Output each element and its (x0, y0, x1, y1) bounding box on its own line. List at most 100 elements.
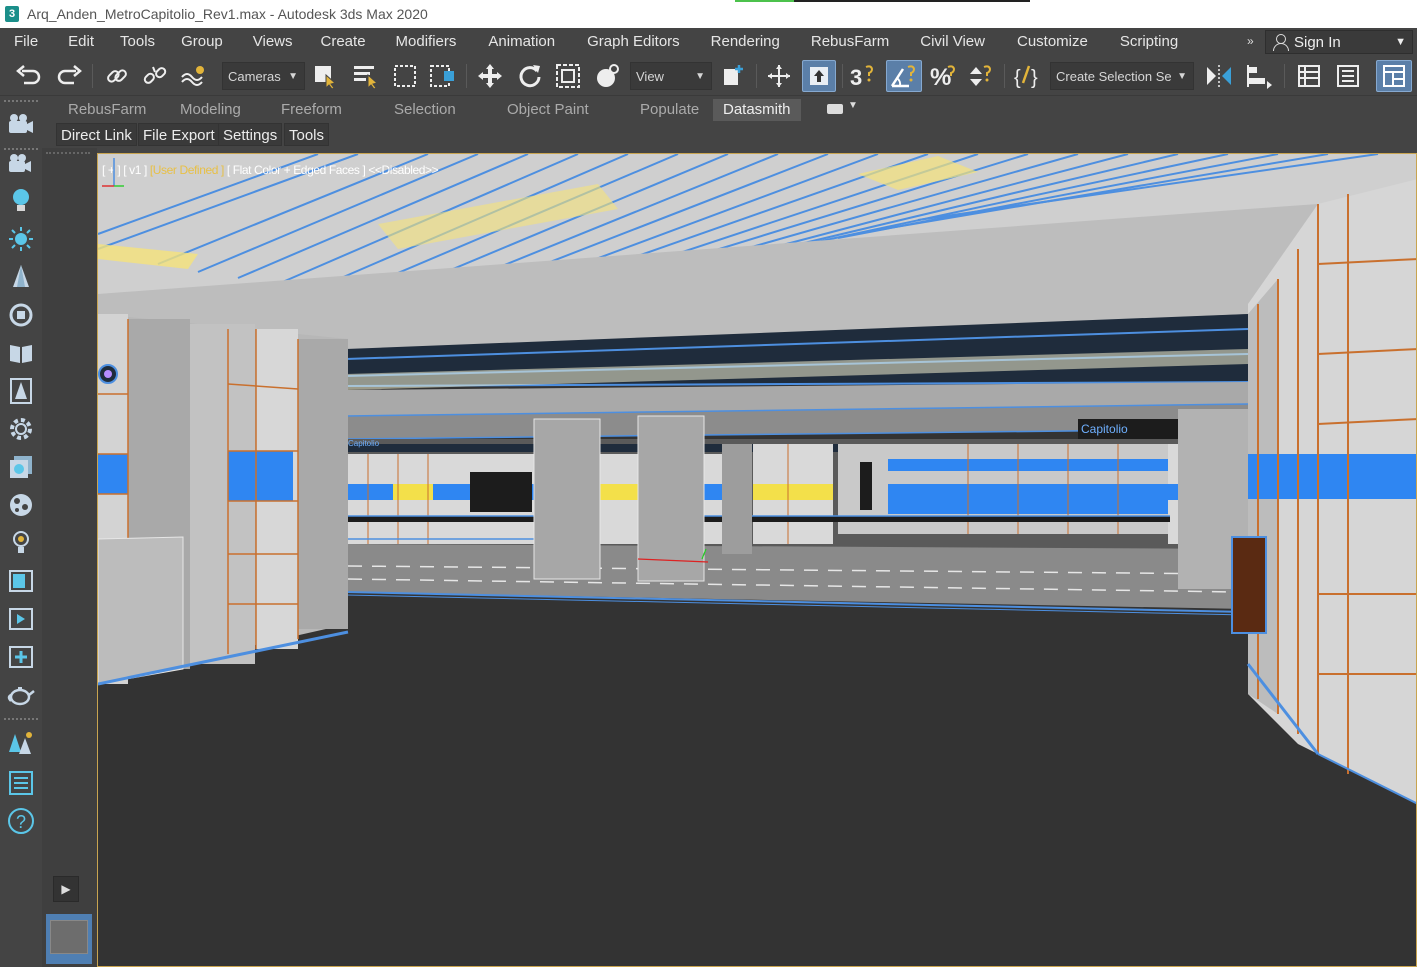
chevron-down-icon: ▼ (1177, 70, 1187, 82)
menu-rendering[interactable]: Rendering (696, 28, 796, 56)
selection-filter-dropdown[interactable]: Cameras ▼ (222, 62, 305, 90)
strip-grip (4, 718, 38, 720)
menu-file[interactable]: File (0, 28, 60, 56)
teapot-icon[interactable] (6, 680, 36, 710)
align-icon[interactable] (1244, 60, 1274, 92)
viewport-camera-label[interactable]: [User Defined ] (150, 163, 224, 177)
toolbar-separator (842, 64, 843, 88)
toggle-ribbon-icon[interactable] (1376, 60, 1412, 92)
station-sign-capitolio-left: Capitolio (348, 439, 380, 448)
named-selection-dropdown[interactable]: Create Selection Se ▼ (1050, 62, 1194, 90)
menu-rebusfarm[interactable]: RebusFarm (796, 28, 905, 56)
menu-graph-editors[interactable]: Graph Editors (571, 28, 696, 56)
redo-icon[interactable] (54, 60, 84, 92)
percent-snap-icon[interactable]: % (928, 60, 958, 92)
menu-animation[interactable]: Animation (472, 28, 571, 56)
menu-edit[interactable]: Edit (60, 28, 114, 56)
help-icon[interactable]: ? (6, 806, 36, 836)
plus-frame-icon[interactable] (6, 642, 36, 672)
undo-icon[interactable] (14, 60, 44, 92)
ribbon-button-direct-link[interactable]: Direct Link (56, 123, 137, 146)
light-icon[interactable] (6, 528, 36, 558)
ribbon-options-icon[interactable] (827, 104, 843, 114)
ribbon-tab-selection[interactable]: Selection (394, 99, 456, 121)
menu-civil-view[interactable]: Civil View (905, 28, 1001, 56)
reference-coordinate-dropdown[interactable]: View ▼ (630, 62, 712, 90)
pivot-icon[interactable] (719, 60, 749, 92)
link-icon[interactable] (102, 60, 132, 92)
menu-create[interactable]: Create (311, 28, 382, 56)
main-toolbar: Cameras ▼ View ▼ 3 % {} Create Selectio… (0, 56, 1417, 96)
ribbon-button-file-export[interactable]: File Export (138, 123, 220, 146)
toolbar-separator (466, 64, 467, 88)
play-frame-icon[interactable] (6, 604, 36, 634)
unlink-icon[interactable] (140, 60, 170, 92)
sphere-icon[interactable] (6, 490, 36, 520)
ribbon-button-settings[interactable]: Settings (218, 123, 283, 146)
sign-in-dropdown[interactable]: Sign In ▼ (1265, 30, 1413, 54)
angle-snap-icon[interactable] (886, 60, 922, 92)
ribbon-tab-object-paint[interactable]: Object Paint (507, 99, 589, 121)
svg-text:{: { (1014, 67, 1021, 89)
menu-views[interactable]: Views (239, 28, 311, 56)
camera-icon[interactable] (6, 110, 36, 140)
rotate-view-icon[interactable] (6, 300, 36, 330)
gear-icon[interactable] (6, 414, 36, 444)
tree-frame-icon[interactable] (6, 376, 36, 406)
axis-tripod-icon (102, 158, 124, 187)
viewport-layout-swatch (50, 920, 88, 954)
menu-scripting[interactable]: Scripting (1104, 28, 1188, 56)
keyboard-shortcut-icon[interactable] (802, 60, 836, 92)
toolbar-separator (1004, 64, 1005, 88)
layer-explorer-icon[interactable] (1333, 60, 1363, 92)
ribbon-tab-populate[interactable]: Populate (640, 99, 699, 121)
svg-text:%: % (930, 64, 951, 89)
menu-group[interactable]: Group (175, 28, 239, 56)
select-object-icon[interactable] (310, 60, 340, 92)
ribbon-button-tools[interactable]: Tools (284, 123, 330, 146)
menu-modifiers[interactable]: Modifiers (382, 28, 473, 56)
layers-icon[interactable] (6, 452, 36, 482)
camera-target-icon[interactable] (6, 150, 36, 180)
panel-grip (46, 152, 90, 154)
edit-named-sets-icon[interactable]: {} (1013, 60, 1043, 92)
spinner-snap-icon[interactable] (966, 60, 996, 92)
forest-icon[interactable] (6, 728, 36, 758)
selection-filter-value: Cameras (228, 68, 281, 84)
viewport-scene[interactable]: Capitolio Capitolio (98, 154, 1417, 967)
expand-panel-button[interactable]: ▶ (53, 876, 79, 902)
ribbon-tab-rebusfarm[interactable]: RebusFarm (68, 99, 146, 121)
select-by-name-icon[interactable] (350, 60, 380, 92)
svg-text:?: ? (16, 812, 26, 832)
place-icon[interactable] (593, 60, 623, 92)
scene-explorer-icon[interactable] (1294, 60, 1324, 92)
sun-icon[interactable] (6, 224, 36, 254)
book-icon[interactable] (6, 338, 36, 368)
menu-overflow-icon[interactable]: » (1247, 34, 1254, 48)
ribbon-tab-modeling[interactable]: Modeling (180, 99, 241, 121)
window-crossing-icon[interactable] (428, 60, 458, 92)
scale-icon[interactable] (553, 60, 583, 92)
ribbon-tab-datasmith[interactable]: Datasmith (713, 99, 801, 121)
move-icon[interactable] (475, 60, 505, 92)
ribbon-tab-freeform[interactable]: Freeform (281, 99, 342, 121)
perspective-viewport[interactable]: Capitolio Capitolio [+] [v1] [User D… (97, 153, 1417, 967)
chevron-down-icon[interactable]: ▼ (848, 100, 858, 111)
viewport-layout-selected[interactable] (46, 914, 92, 964)
viewport-state-label[interactable]: <<Disabled>> (368, 163, 438, 177)
bind-space-warp-icon[interactable] (178, 60, 208, 92)
menu-tools[interactable]: Tools (114, 28, 175, 56)
render-frame-icon[interactable] (6, 566, 36, 596)
viewport-label[interactable]: [ + ] [ v1 ] [User Defined ] [ Flat Colo… (102, 163, 439, 177)
chevron-down-icon: ▼ (1395, 36, 1406, 48)
rotate-icon[interactable] (515, 60, 545, 92)
viewport-shading-label[interactable]: [ Flat Color + Edged Faces ] (227, 163, 366, 177)
light-bulb-icon[interactable] (6, 186, 36, 216)
rectangle-selection-icon[interactable] (390, 60, 420, 92)
tree-icon[interactable] (6, 262, 36, 292)
mirror-icon[interactable] (1204, 60, 1234, 92)
list-icon[interactable] (6, 768, 36, 798)
manipulate-icon[interactable] (764, 60, 794, 92)
menu-customize[interactable]: Customize (1001, 28, 1104, 56)
snaps-toggle-icon[interactable]: 3 (848, 60, 878, 92)
